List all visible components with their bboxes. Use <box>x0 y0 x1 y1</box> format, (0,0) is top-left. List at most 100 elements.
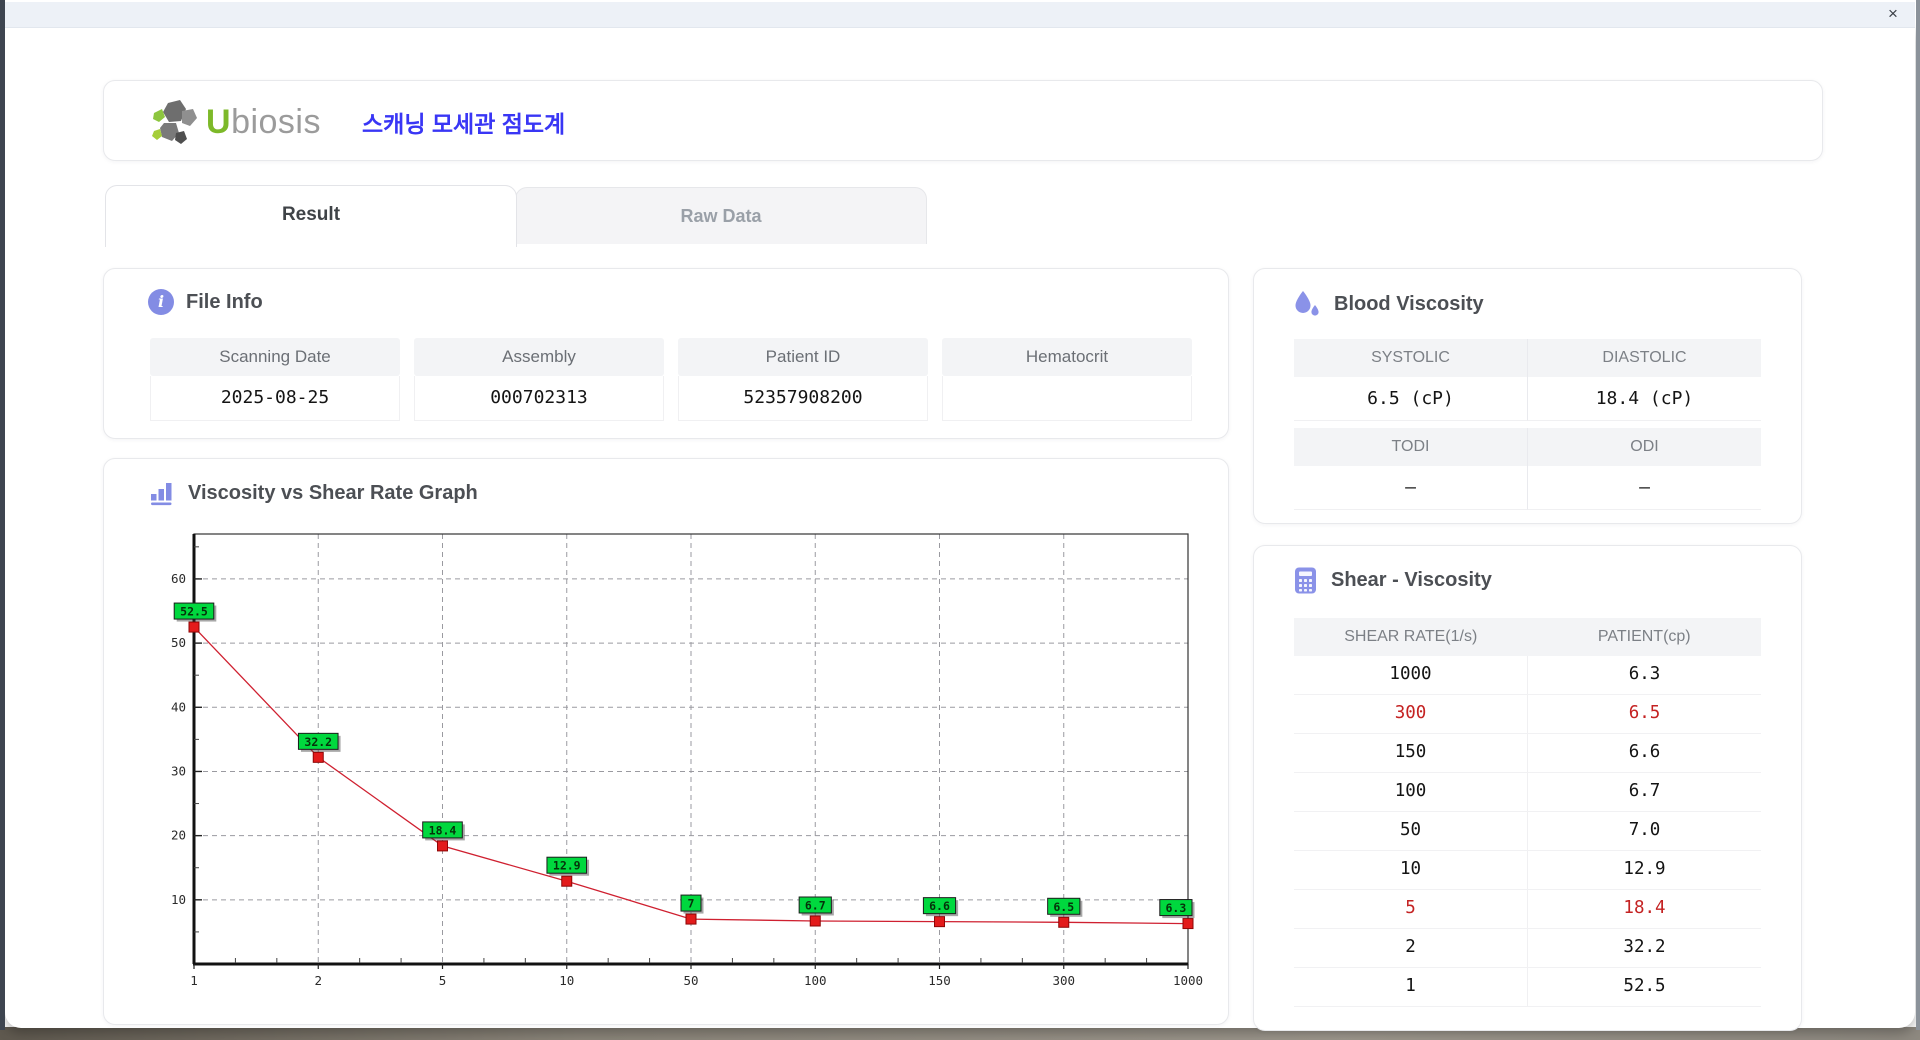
svg-text:6.7: 6.7 <box>805 899 826 913</box>
file-info-title: File Info <box>186 290 263 313</box>
patient-cell: 7.0 <box>1527 812 1761 850</box>
svg-text:30: 30 <box>171 763 186 778</box>
svg-text:1000: 1000 <box>1173 973 1203 988</box>
graph-title: Viscosity vs Shear Rate Graph <box>188 481 478 504</box>
svg-text:150: 150 <box>928 973 951 988</box>
field-value-patient-id: 52357908200 <box>678 376 928 421</box>
diastolic-value: 18.4 (cP) <box>1527 377 1761 421</box>
tab-result[interactable]: Result <box>105 185 517 247</box>
graph-card: Viscosity vs Shear Rate Graph 1 2 5 10 50 100… <box>103 458 1229 1025</box>
logo-letter-u: U <box>206 103 232 141</box>
window-titlebar: × <box>5 2 1915 28</box>
diastolic-header: DIASTOLIC <box>1527 339 1761 377</box>
shear-rate-cell: 5 <box>1405 898 1416 918</box>
shear-viscosity-table: SHEAR RATE(1/s) PATIENT(cp) 1000 6.3 300 6.… <box>1294 618 1761 1007</box>
field-value-assembly: 000702313 <box>414 376 664 421</box>
patient-cell: 18.4 <box>1527 890 1761 928</box>
ubiosis-logo: Ubiosis <box>148 95 321 149</box>
svg-text:6.6: 6.6 <box>929 899 950 913</box>
patient-cell: 6.3 <box>1527 656 1761 694</box>
patient-cell: 52.5 <box>1527 968 1761 1006</box>
table-row: 50 7.0 <box>1294 812 1761 851</box>
table-row: 10 12.9 <box>1294 851 1761 890</box>
logo-text: Ubiosis <box>206 97 321 147</box>
shear-table-header: SHEAR RATE(1/s) PATIENT(cp) <box>1294 618 1761 656</box>
table-row: 100 6.7 <box>1294 773 1761 812</box>
patient-cell: 12.9 <box>1527 851 1761 889</box>
ubiosis-logo-icon <box>152 100 197 144</box>
shear-table-body: 1000 6.3 300 6.5 150 6.6 100 6.7 50 7.0 10 12.9 5 18.… <box>1294 656 1761 1007</box>
field-label-assembly: Assembly <box>414 338 664 376</box>
odi-header: ODI <box>1527 428 1761 466</box>
tab-raw-data-label: Raw Data <box>680 206 762 226</box>
svg-text:60: 60 <box>171 571 186 586</box>
svg-text:5: 5 <box>439 973 447 988</box>
shear-rate-cell: 100 <box>1394 781 1427 801</box>
field-scanning-date: Scanning Date 2025-08-25 <box>150 338 400 421</box>
shear-rate-cell: 150 <box>1394 742 1427 762</box>
file-info-card: i File Info Scanning Date 2025-08-25 Ass… <box>103 268 1229 439</box>
blood-viscosity-card: Blood Viscosity SYSTOLIC DIASTOLIC 6.5 (… <box>1253 268 1802 524</box>
table-row: 300 6.5 <box>1294 695 1761 734</box>
calculator-icon <box>1295 567 1316 594</box>
shear-rate-cell: 2 <box>1405 937 1416 957</box>
svg-text:50: 50 <box>683 973 698 988</box>
patient-column-header: PATIENT(cp) <box>1597 628 1691 645</box>
shear-rate-cell: 1 <box>1405 976 1416 996</box>
odi-value: – <box>1527 466 1761 510</box>
shear-rate-cell: 50 <box>1399 820 1422 840</box>
field-hematocrit: Hematocrit <box>942 338 1192 421</box>
blood-viscosity-table: SYSTOLIC DIASTOLIC 6.5 (cP) 18.4 (cP) TO… <box>1294 339 1761 510</box>
svg-text:32.2: 32.2 <box>304 735 332 749</box>
header-card: Ubiosis 스캐닝 모세관 점도계 <box>103 80 1823 161</box>
svg-text:1: 1 <box>190 973 198 988</box>
close-button[interactable]: × <box>1881 3 1905 25</box>
shear-viscosity-card: Shear - Viscosity SHEAR RATE(1/s) PATIEN… <box>1253 545 1802 1031</box>
patient-cell: 6.7 <box>1527 773 1761 811</box>
svg-text:2: 2 <box>314 973 322 988</box>
svg-text:6.5: 6.5 <box>1053 900 1074 914</box>
field-value-hematocrit <box>942 376 1192 421</box>
field-label-scanning-date: Scanning Date <box>150 338 400 376</box>
todi-value: – <box>1294 466 1527 510</box>
droplets-icon <box>1295 291 1319 316</box>
info-icon: i <box>148 289 174 315</box>
table-row: 5 18.4 <box>1294 890 1761 929</box>
shear-viscosity-title: Shear - Viscosity <box>1331 569 1492 591</box>
svg-text:10: 10 <box>171 892 186 907</box>
window-right-edge <box>1916 0 1920 1030</box>
shear-rate-cell: 1000 <box>1389 664 1432 684</box>
patient-cell: 6.6 <box>1527 734 1761 772</box>
svg-text:100: 100 <box>804 973 827 988</box>
shear-rate-cell: 300 <box>1394 703 1427 723</box>
table-row: 2 32.2 <box>1294 929 1761 968</box>
svg-text:12.9: 12.9 <box>553 859 581 873</box>
field-label-hematocrit: Hematocrit <box>942 338 1192 376</box>
shear-rate-column-header: SHEAR RATE(1/s) <box>1344 628 1478 645</box>
bar-chart-icon <box>151 483 172 506</box>
field-value-scanning-date: 2025-08-25 <box>150 376 400 421</box>
svg-text:10: 10 <box>559 973 574 988</box>
systolic-header: SYSTOLIC <box>1294 339 1527 377</box>
svg-text:50: 50 <box>171 635 186 650</box>
svg-text:40: 40 <box>171 699 186 714</box>
app-title: 스캐닝 모세관 점도계 <box>362 111 566 137</box>
tab-raw-data[interactable]: Raw Data <box>515 187 927 244</box>
blood-viscosity-title: Blood Viscosity <box>1334 292 1484 315</box>
svg-text:18.4: 18.4 <box>429 823 457 837</box>
systolic-value: 6.5 (cP) <box>1294 377 1527 421</box>
shear-rate-cell: 10 <box>1399 859 1422 879</box>
field-label-patient-id: Patient ID <box>678 338 928 376</box>
report-window: Ubiosis 스캐닝 모세관 점도계 Result Raw Data i Fi… <box>5 27 1915 1031</box>
table-row: 1 52.5 <box>1294 968 1761 1007</box>
svg-text:52.5: 52.5 <box>180 605 208 619</box>
svg-text:7: 7 <box>688 897 695 911</box>
patient-cell: 32.2 <box>1527 929 1761 967</box>
window-left-edge <box>0 0 5 1030</box>
svg-text:6.3: 6.3 <box>1166 901 1187 915</box>
field-assembly: Assembly 000702313 <box>414 338 664 421</box>
logo-letters-rest: biosis <box>231 103 321 141</box>
table-row: 1000 6.3 <box>1294 656 1761 695</box>
todi-header: TODI <box>1294 428 1527 466</box>
tab-result-label: Result <box>281 204 341 225</box>
